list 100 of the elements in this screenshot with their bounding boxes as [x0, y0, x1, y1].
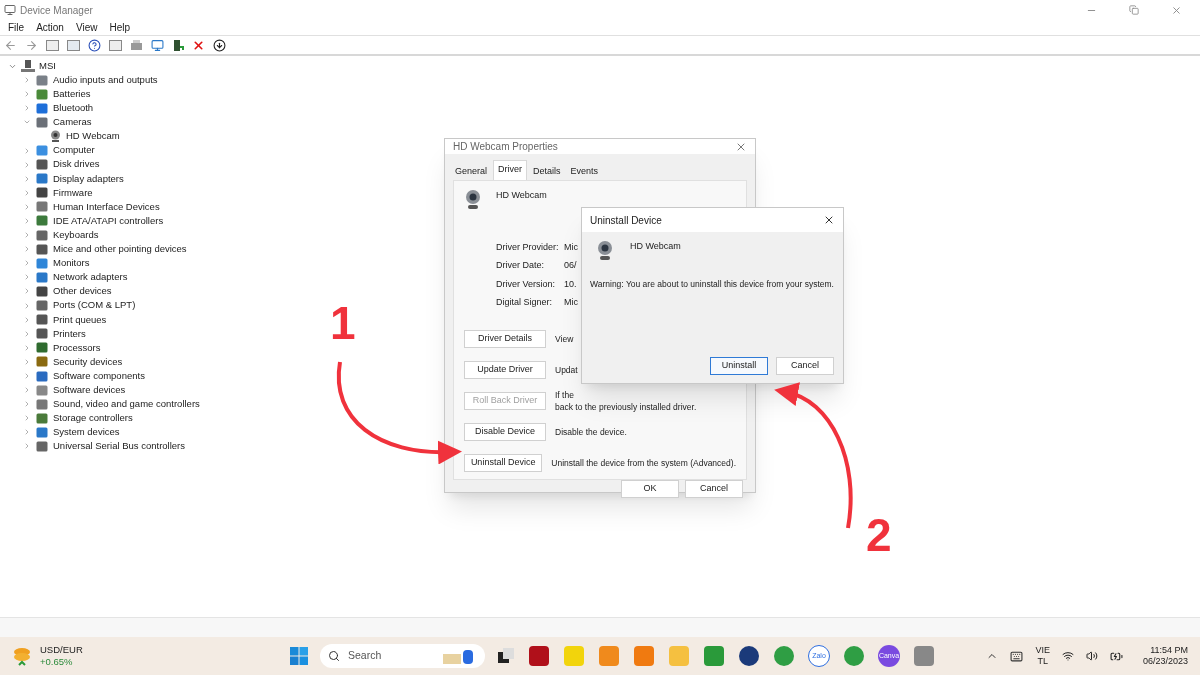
expand-icon[interactable]: [23, 329, 31, 338]
widget-title[interactable]: USD/EUR: [40, 644, 83, 656]
expand-icon[interactable]: [23, 160, 31, 169]
tree-item[interactable]: Monitors: [53, 256, 90, 271]
language-indicator[interactable]: VIE: [1035, 644, 1050, 656]
expand-icon[interactable]: [23, 202, 31, 211]
device-icon: [36, 159, 48, 171]
expand-icon[interactable]: [23, 386, 31, 395]
action-button[interactable]: Uninstall Device: [464, 454, 543, 472]
expand-icon[interactable]: [23, 301, 31, 310]
close-icon[interactable]: [823, 214, 835, 226]
tree-item[interactable]: Processors: [53, 340, 101, 355]
expand-icon[interactable]: [23, 245, 31, 254]
expand-icon[interactable]: [23, 259, 31, 268]
tree-item[interactable]: Firmware: [53, 185, 93, 200]
back-icon[interactable]: [4, 38, 17, 52]
device-icon: [36, 342, 48, 354]
expand-icon[interactable]: [23, 428, 31, 437]
app-icon[interactable]: [528, 645, 550, 667]
maximize-icon[interactable]: [1129, 5, 1139, 15]
action-button[interactable]: Disable Device: [464, 423, 546, 441]
expand-icon[interactable]: [23, 174, 31, 183]
help-icon[interactable]: [88, 38, 101, 52]
expand-icon[interactable]: [23, 273, 31, 282]
wifi-icon[interactable]: [1061, 650, 1074, 662]
volume-icon[interactable]: [1085, 650, 1098, 662]
tree-item[interactable]: Bluetooth: [53, 101, 94, 116]
expand-icon[interactable]: [23, 400, 31, 409]
search-field[interactable]: Search: [320, 644, 485, 668]
tab[interactable]: Details: [529, 165, 565, 180]
expand-icon[interactable]: [23, 414, 31, 423]
expand-icon[interactable]: [23, 231, 31, 240]
forward-icon[interactable]: [25, 38, 38, 52]
expand-icon[interactable]: [23, 76, 31, 85]
tree-item[interactable]: Other devices: [53, 284, 112, 299]
tree-item[interactable]: Storage controllers: [53, 411, 133, 426]
menu-item[interactable]: View: [75, 20, 98, 35]
monitor-icon[interactable]: [151, 38, 164, 52]
printer-icon[interactable]: [130, 39, 143, 51]
expand-icon[interactable]: [23, 343, 31, 352]
field-value: 06/: [564, 259, 577, 272]
tab[interactable]: General: [451, 165, 492, 180]
tree-item[interactable]: Network adapters: [53, 270, 128, 285]
tree-item[interactable]: Keyboards: [53, 227, 99, 243]
tree-item[interactable]: Ports (COM & LPT): [53, 298, 136, 313]
expand-icon[interactable]: [23, 442, 31, 451]
field-label: Digital Signer:: [496, 296, 554, 309]
expand-icon[interactable]: [23, 372, 31, 380]
action-description: Updat: [555, 364, 578, 376]
clock-time[interactable]: 11:54 PM: [1150, 644, 1188, 656]
window-icon[interactable]: [109, 39, 122, 51]
expand-icon[interactable]: [23, 90, 31, 99]
action-description: Disable the device.: [555, 426, 627, 438]
tab[interactable]: Events: [566, 165, 603, 180]
tree-item[interactable]: Print queues: [53, 312, 107, 327]
expand-icon[interactable]: [23, 104, 31, 113]
device-icon: [36, 412, 48, 424]
download-icon[interactable]: [213, 38, 226, 52]
tree-item[interactable]: Mice and other pointing devices: [53, 242, 187, 257]
menu-item[interactable]: File: [8, 20, 25, 35]
expand-icon[interactable]: [23, 217, 31, 225]
tree-item[interactable]: Batteries: [53, 87, 91, 102]
tree-item[interactable]: Cameras: [53, 115, 92, 130]
tab[interactable]: Driver: [493, 160, 528, 180]
clock-date[interactable]: 06/23/2023: [1142, 656, 1188, 668]
start-icon[interactable]: [290, 647, 308, 665]
expand-icon[interactable]: [23, 188, 31, 197]
tree-item[interactable]: Sound, video and game controllers: [53, 397, 200, 412]
tree-item[interactable]: Audio inputs and outputs: [53, 72, 158, 88]
action-button[interactable]: Driver Details: [464, 330, 546, 348]
expand-icon[interactable]: [23, 315, 31, 324]
language-indicator[interactable]: TL: [1037, 656, 1048, 668]
tree-item[interactable]: Universal Serial Bus controllers: [53, 439, 185, 454]
action-description: Uninstall the device from the system (Advanced).: [551, 457, 736, 469]
menu-item[interactable]: Help: [109, 20, 130, 35]
tree-item[interactable]: System devices: [53, 425, 120, 440]
expand-icon[interactable]: [23, 146, 31, 155]
tree-item[interactable]: Printers: [53, 326, 86, 341]
dialog-button[interactable]: Cancel: [776, 357, 834, 375]
app-icon[interactable]: [738, 645, 760, 667]
tree-item[interactable]: Display adapters: [53, 171, 124, 186]
expand-icon[interactable]: [23, 287, 31, 296]
remove-icon[interactable]: [192, 38, 205, 52]
tree-item[interactable]: MSI: [39, 58, 56, 74]
tree-item[interactable]: Software devices: [53, 383, 126, 398]
dialog-button[interactable]: Uninstall: [710, 357, 768, 375]
keyboard-icon[interactable]: [1010, 649, 1024, 663]
tree-item[interactable]: IDE ATA/ATAPI controllers: [53, 213, 164, 229]
tree-item[interactable]: Disk drives: [53, 157, 100, 172]
tree-item[interactable]: Computer: [53, 143, 95, 158]
tree-item[interactable]: HD Webcam: [66, 129, 120, 144]
tree-item[interactable]: Software components: [53, 368, 145, 384]
tree-item[interactable]: Security devices: [53, 354, 123, 370]
action-button[interactable]: Update Driver: [464, 361, 546, 379]
expand-icon[interactable]: [23, 357, 31, 366]
task-view-icon[interactable]: [497, 647, 515, 665]
device-icon: [36, 300, 48, 312]
device-icon: [36, 145, 48, 156]
menu-item[interactable]: Action: [36, 20, 64, 35]
tree-item[interactable]: Human Interface Devices: [53, 199, 160, 214]
